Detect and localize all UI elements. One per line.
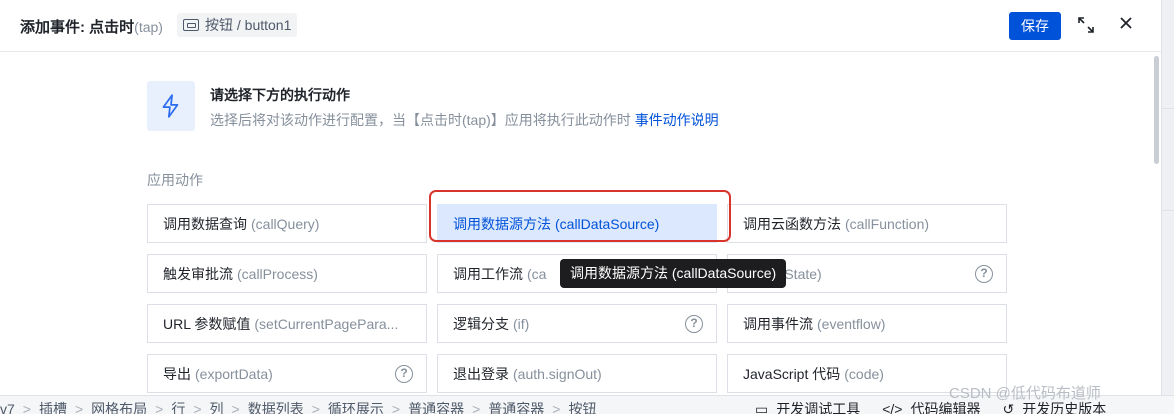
add-event-dialog: 添加事件: 点击时(tap) 按钮 / button1 保存 请选择下方的执行动… <box>0 0 1162 414</box>
action-code: (auth.signOut) <box>513 365 602 382</box>
action-card[interactable]: 触发审批流 (callProcess) <box>147 254 427 293</box>
breadcrumb-item[interactable]: 循环展示 <box>328 401 384 414</box>
component-tag-label: 按钮 / button1 <box>205 17 292 33</box>
component-tag: 按钮 / button1 <box>177 13 298 37</box>
action-name: 导出 <box>163 365 191 382</box>
action-card[interactable]: URL 参数赋值 (setCurrentPagePara... <box>147 304 427 343</box>
action-code: (callQuery) <box>251 215 320 232</box>
breadcrumb-separator: > <box>231 401 240 414</box>
breadcrumb-separator: > <box>472 401 481 414</box>
action-card[interactable]: 调用云函数方法 (callFunction) <box>727 204 1007 243</box>
close-icon[interactable] <box>1116 16 1136 36</box>
intro-description: 选择后将对该动作进行配置，当【点击时(tap)】应用将执行此动作时 事件动作说明 <box>210 112 719 128</box>
action-code: (callFunction) <box>845 215 930 232</box>
scrollbar[interactable] <box>1152 52 1160 394</box>
action-code: (exportData) <box>195 365 273 382</box>
action-name: 调用工作流 <box>453 265 523 282</box>
breadcrumb-separator: > <box>22 401 31 414</box>
tooltip: 调用数据源方法 (callDataSource) <box>560 259 787 288</box>
save-button[interactable]: 保存 <box>1009 12 1061 40</box>
expand-icon[interactable] <box>1076 16 1096 36</box>
breadcrumb-separator: > <box>193 401 202 414</box>
breadcrumb-item[interactable]: 行 <box>171 401 185 414</box>
help-icon[interactable]: ? <box>685 315 703 333</box>
action-code: (code) <box>844 365 884 382</box>
action-name: 调用数据查询 <box>163 215 247 232</box>
debug-tool-button[interactable]: ▭ 开发调试工具 <box>755 399 860 414</box>
breadcrumb-separator: > <box>391 401 401 414</box>
action-name: JavaScript 代码 <box>743 365 841 382</box>
breadcrumb-item[interactable]: 普通容器 <box>408 401 464 414</box>
breadcrumb-item[interactable]: 数据列表 <box>248 401 304 414</box>
breadcrumb-item[interactable]: 插槽 <box>39 401 67 414</box>
breadcrumb-separator: > <box>74 401 84 414</box>
action-card[interactable]: 调用事件流 (eventflow) <box>727 304 1007 343</box>
action-name: 调用云函数方法 <box>743 215 841 232</box>
edge-divider <box>1162 210 1174 211</box>
code-icon: </> <box>882 401 903 414</box>
highlight-box <box>429 190 731 242</box>
intro-title: 请选择下方的执行动作 <box>210 87 350 103</box>
action-card[interactable]: 导出 (exportData)? <box>147 354 427 393</box>
breadcrumb-item[interactable]: 列 <box>210 401 224 414</box>
help-icon[interactable]: ? <box>395 365 413 383</box>
section-label-app-actions: 应用动作 <box>147 172 203 188</box>
action-code: (eventflow) <box>817 315 886 332</box>
action-name: 调用事件流 <box>743 315 813 332</box>
edge-divider <box>1162 108 1174 109</box>
action-name: 触发审批流 <box>163 265 233 282</box>
help-icon[interactable]: ? <box>975 265 993 283</box>
breadcrumb-separator: > <box>552 401 561 414</box>
breadcrumb-item[interactable]: 普通容器 <box>488 401 544 414</box>
button-component-icon <box>183 19 199 31</box>
breadcrumb: v7 > 插槽 > 网格布局 > 行 > 列 > 数据列表 > 循环展示 > 普通容器 > 普通容器 > 按钮 <box>0 399 596 414</box>
event-action-help-link[interactable]: 事件动作说明 <box>635 112 719 128</box>
action-name: URL 参数赋值 <box>163 315 251 332</box>
lightning-icon <box>147 81 195 131</box>
watermark: CSDN @低代码布道师 <box>949 385 1101 402</box>
action-card[interactable]: 退出登录 (auth.signOut) <box>437 354 717 393</box>
breadcrumb-item[interactable]: v7 <box>0 401 15 414</box>
action-code: (setCurrentPagePara... <box>254 315 399 332</box>
action-card[interactable]: 调用数据查询 (callQuery) <box>147 204 427 243</box>
action-code: (if) <box>513 315 530 332</box>
dialog-title: 添加事件: 点击时(tap) <box>20 19 163 36</box>
breadcrumb-separator: > <box>311 401 320 414</box>
monitor-icon: ▭ <box>755 401 769 414</box>
action-code: (ca <box>527 265 547 282</box>
scrollbar-thumb[interactable] <box>1154 56 1159 164</box>
action-code: (callProcess) <box>237 265 318 282</box>
breadcrumb-item[interactable]: 网格布局 <box>91 401 147 414</box>
dialog-header: 添加事件: 点击时(tap) 按钮 / button1 保存 <box>0 0 1162 52</box>
breadcrumb-separator: > <box>155 401 164 414</box>
action-name: 逻辑分支 <box>453 315 509 332</box>
action-card[interactable]: 逻辑分支 (if)? <box>437 304 717 343</box>
breadcrumb-item[interactable]: 按钮 <box>568 401 596 414</box>
action-name: 退出登录 <box>453 365 509 382</box>
